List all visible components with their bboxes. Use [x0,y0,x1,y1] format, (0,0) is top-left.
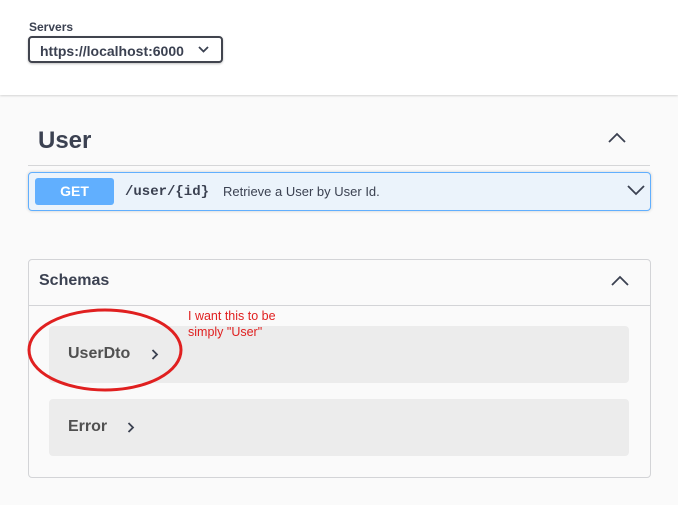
schemas-header[interactable]: Schemas [29,260,650,306]
servers-bar: Servers https://localhost:6000 [0,0,678,95]
schema-item-error[interactable]: Error [49,399,629,456]
annotation-circle [27,308,183,392]
server-select[interactable]: https://localhost:6000 [28,36,223,63]
chevron-right-icon [127,422,135,433]
chevron-down-icon [198,46,209,53]
servers-label: Servers [29,20,74,34]
chevron-up-icon[interactable] [611,275,629,286]
operation-path: /user/{id} [125,184,210,200]
annotation-note: I want this to be simply "User" [188,309,276,339]
operation-summary: Retrieve a User by User Id. [223,184,380,199]
schemas-title: Schemas [39,272,110,289]
operation-get-user[interactable]: GET /user/{id} Retrieve a User by User I… [28,172,651,211]
server-select-value: https://localhost:6000 [40,43,184,59]
tag-section-header[interactable]: User [28,118,650,166]
schema-name: Error [68,418,108,435]
http-method-badge: GET [35,178,114,205]
chevron-up-icon[interactable] [608,132,626,143]
chevron-down-icon[interactable] [627,185,645,196]
tag-title: User [38,127,92,154]
